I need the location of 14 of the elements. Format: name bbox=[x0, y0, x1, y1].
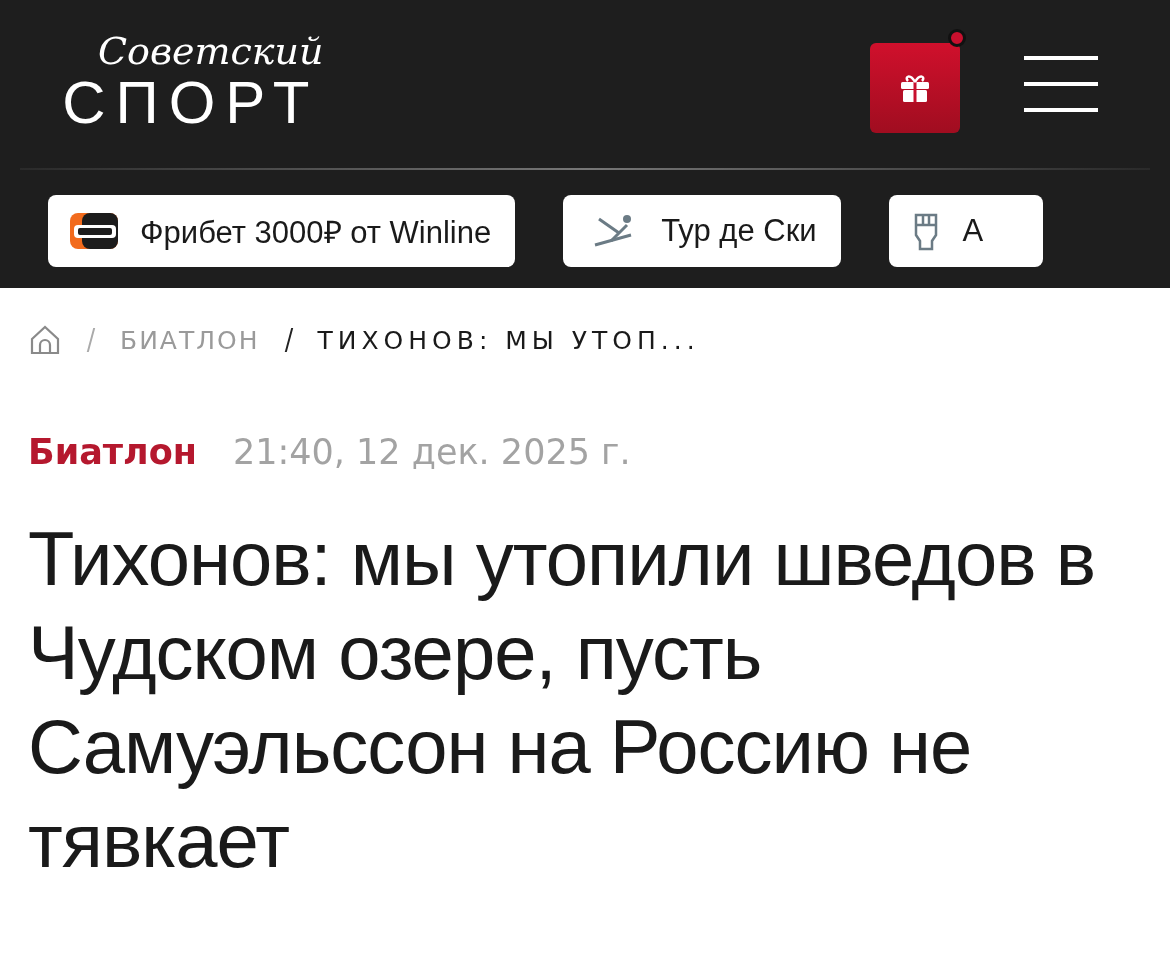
category-link[interactable]: Биатлон bbox=[28, 432, 197, 472]
win-logo-icon bbox=[70, 213, 118, 249]
breadcrumb-link[interactable]: ТИХОНОВ: МЫ УТОП... bbox=[317, 325, 700, 355]
topic-chip[interactable]: Тур де Ски bbox=[563, 195, 841, 267]
article-title: Тихонов: мы утопили шведов в Чудском озере, пусть Самуэльссон на Россию не тявкает bbox=[28, 515, 1097, 885]
topic-chip[interactable]: Фрибет 3000₽ от Winline bbox=[48, 195, 516, 267]
logo-text: СПОРТ bbox=[62, 70, 320, 136]
logo-script-text: Советский bbox=[98, 32, 324, 70]
topic-chip[interactable]: А bbox=[888, 195, 1044, 267]
gift-button[interactable] bbox=[870, 43, 960, 133]
menu-icon[interactable] bbox=[1024, 56, 1098, 112]
publish-date: 21:40, 12 дек. 2025 г. bbox=[232, 432, 631, 472]
home-icon[interactable] bbox=[28, 323, 62, 357]
site-logo[interactable]: Советский СПОРТ bbox=[58, 32, 324, 136]
